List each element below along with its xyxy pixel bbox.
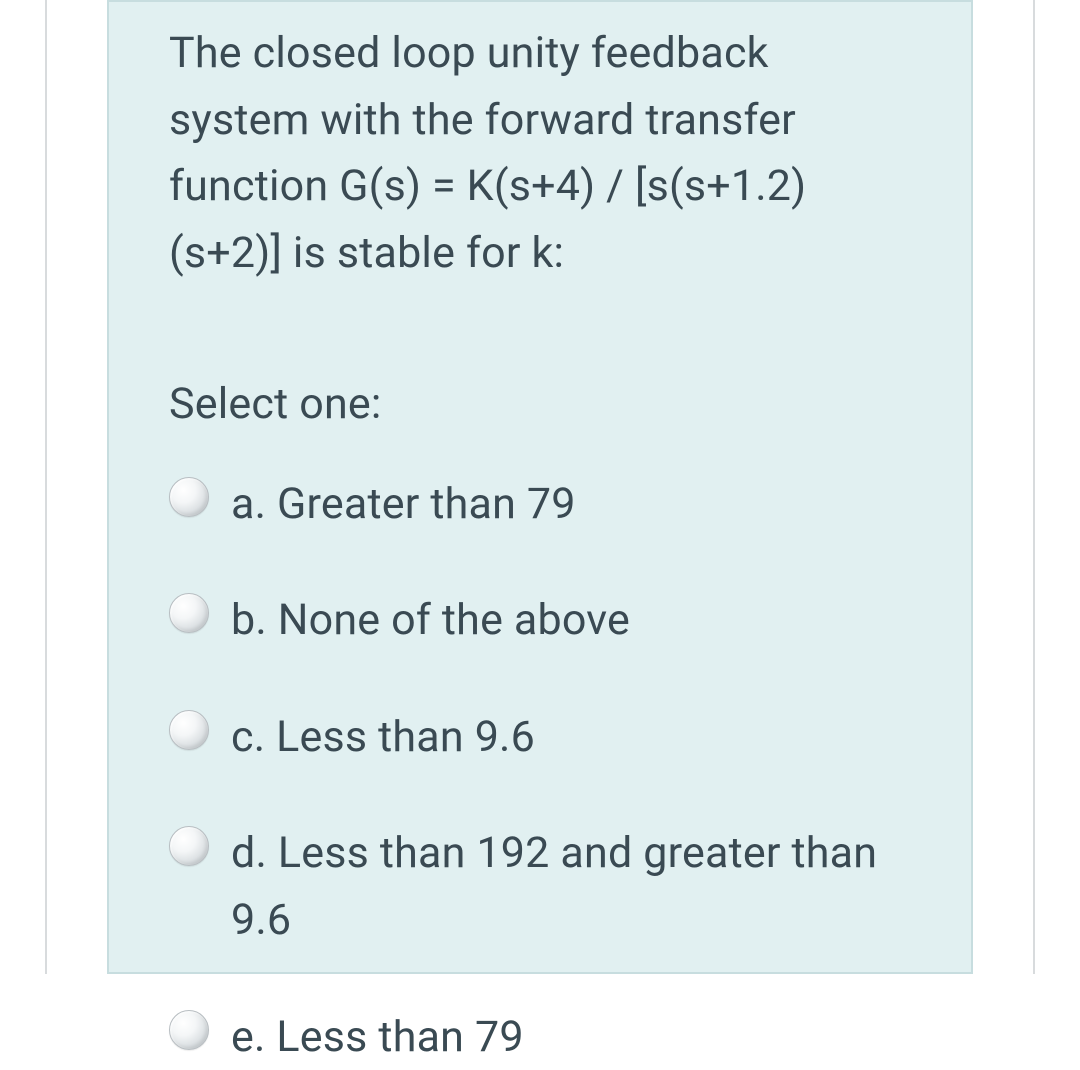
option-b[interactable]: b. None of the above xyxy=(169,587,911,654)
option-e[interactable]: e. Less than 79 xyxy=(169,1004,911,1070)
option-label: a. Greater than 79 xyxy=(231,471,576,538)
question-text: The closed loop unity feedback system wi… xyxy=(169,20,911,287)
question-card: The closed loop unity feedback system wi… xyxy=(107,0,973,974)
radio-icon[interactable] xyxy=(169,826,209,866)
option-label: e. Less than 79 xyxy=(231,1004,524,1070)
radio-icon[interactable] xyxy=(169,710,209,750)
select-one-prompt: Select one: xyxy=(169,379,911,429)
page-outer-frame: The closed loop unity feedback system wi… xyxy=(0,0,1080,974)
options-list: a. Greater than 79 b. None of the above … xyxy=(169,471,911,1070)
radio-icon[interactable] xyxy=(169,477,209,517)
option-label: b. None of the above xyxy=(231,587,630,654)
radio-icon[interactable] xyxy=(169,1010,209,1050)
radio-icon[interactable] xyxy=(169,593,209,633)
page-mid-frame: The closed loop unity feedback system wi… xyxy=(45,0,1035,974)
option-c[interactable]: c. Less than 9.6 xyxy=(169,704,911,771)
option-label: d. Less than 192 and greater than 9.6 xyxy=(231,820,911,953)
option-d[interactable]: d. Less than 192 and greater than 9.6 xyxy=(169,820,911,953)
option-label: c. Less than 9.6 xyxy=(231,704,535,771)
option-a[interactable]: a. Greater than 79 xyxy=(169,471,911,538)
